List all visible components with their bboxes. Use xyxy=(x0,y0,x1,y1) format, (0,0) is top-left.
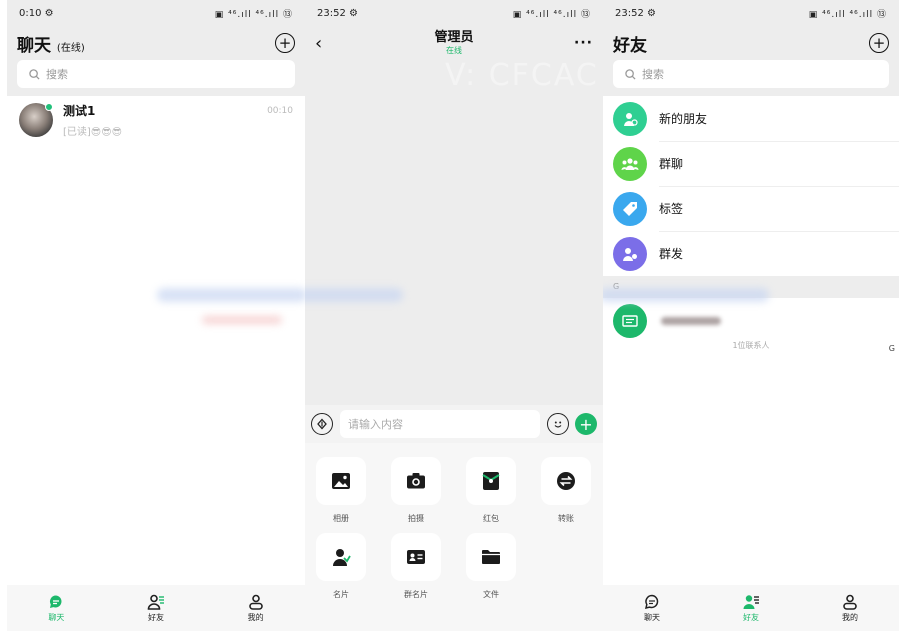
search-icon xyxy=(29,68,40,80)
profile-icon xyxy=(248,594,263,610)
photo-icon xyxy=(332,473,350,489)
tab-bar: 聊天 好友 我的 xyxy=(603,585,899,631)
add-friend-button[interactable]: + xyxy=(869,33,889,53)
friends-icon xyxy=(743,594,759,609)
avatar xyxy=(613,303,647,338)
status-icons: ▣ ⁴⁶.ıll ⁴⁶.ıll ⑬ xyxy=(512,9,591,20)
chat-time: 00:10 xyxy=(267,106,293,116)
tool-file[interactable]: 文件 xyxy=(466,533,516,600)
message-input-bar: 请输入内容 + xyxy=(305,405,603,443)
tab-me[interactable]: 我的 xyxy=(248,594,264,623)
message-input[interactable]: 请输入内容 xyxy=(340,410,540,438)
tags-item[interactable]: 标签 xyxy=(603,186,899,231)
emoji-icon[interactable] xyxy=(547,413,569,435)
status-time: 23:52 ⚙ xyxy=(615,7,656,19)
transfer-icon xyxy=(557,472,575,490)
group-card-icon xyxy=(407,550,425,564)
chat-preview: [已读]😎😎😎 xyxy=(63,127,123,138)
tool-contact-card[interactable]: 名片 xyxy=(316,533,366,600)
conversation-screen: 23:52 ⚙ ▣ ⁴⁶.ıll ⁴⁶.ıll ⑬ 管理员 在线 ‹ ··· V… xyxy=(305,0,603,631)
chats-screen: 0:10 ⚙ ▣ ⁴⁶.ıll ⁴⁶.ıll ⑬ 聊天 (在线) + 搜索 测试… xyxy=(7,0,305,631)
online-dot xyxy=(45,103,53,111)
blurred-overlay xyxy=(305,288,403,302)
back-icon[interactable]: ‹ xyxy=(315,33,322,54)
folder-icon xyxy=(482,550,500,564)
search-placeholder: 搜索 xyxy=(46,68,68,81)
blurred-overlay xyxy=(603,288,769,302)
chat-bubble-icon xyxy=(644,594,659,609)
chat-bubble-icon xyxy=(50,595,62,608)
tab-friends[interactable]: 好友 xyxy=(742,594,760,623)
more-actions-button[interactable]: + xyxy=(575,413,597,435)
watermark: V: CFCAC xyxy=(445,58,599,93)
item-label: 标签 xyxy=(659,202,684,216)
avatar xyxy=(19,103,53,137)
tab-me[interactable]: 我的 xyxy=(842,594,858,623)
search-input[interactable]: 搜索 xyxy=(613,60,889,88)
add-button[interactable]: + xyxy=(275,33,295,53)
tag-icon xyxy=(613,191,647,226)
friends-screen: 23:52 ⚙ ▣ ⁴⁶.ıll ⁴⁶.ıll ⑬ 好友 + 搜索 新的朋友 群… xyxy=(603,0,899,631)
search-placeholder: 搜索 xyxy=(642,68,664,81)
friends-icon xyxy=(147,594,164,610)
new-friend-icon xyxy=(613,101,647,136)
tool-transfer[interactable]: 转账 xyxy=(541,457,591,524)
tool-album[interactable]: 相册 xyxy=(316,457,366,524)
status-icons: ▣ ⁴⁶.ıll ⁴⁶.ıll ⑬ xyxy=(808,9,887,20)
contact-card-icon xyxy=(333,549,351,566)
online-status: (在线) xyxy=(56,42,85,54)
search-input[interactable]: 搜索 xyxy=(17,60,295,88)
tab-chats[interactable]: 聊天 xyxy=(644,594,660,623)
status-bar: 23:52 ⚙ ▣ ⁴⁶.ıll ⁴⁶.ıll ⑬ xyxy=(603,0,899,26)
profile-icon xyxy=(843,594,857,610)
chats-header: 聊天 (在线) + xyxy=(7,26,305,60)
friends-header: 好友 + xyxy=(603,26,899,60)
red-packet-icon xyxy=(482,472,500,490)
conversation-header: 管理员 在线 ‹ ··· xyxy=(305,26,603,60)
status-icons: ▣ ⁴⁶.ıll ⁴⁶.ıll ⑬ xyxy=(214,9,293,20)
group-chat-icon xyxy=(613,146,647,181)
chat-list-area xyxy=(7,142,305,585)
status-bar: 0:10 ⚙ ▣ ⁴⁶.ıll ⁴⁶.ıll ⑬ xyxy=(7,0,305,26)
blurred-overlay xyxy=(157,288,305,302)
contact-count: 1位联系人 xyxy=(732,341,770,350)
item-label: 群发 xyxy=(659,247,684,261)
voice-icon[interactable] xyxy=(311,413,333,435)
item-label: 群聊 xyxy=(659,157,684,171)
tab-bar: 聊天 好友 我的 xyxy=(7,585,305,631)
status-bar: 23:52 ⚙ ▣ ⁴⁶.ıll ⁴⁶.ıll ⑬ xyxy=(305,0,603,26)
friend-functions-list: 新的朋友 群聊 标签 群发 xyxy=(603,96,899,276)
new-friends-item[interactable]: 新的朋友 xyxy=(603,96,899,141)
tab-friends[interactable]: 好友 xyxy=(147,594,165,623)
status-time: 0:10 ⚙ xyxy=(19,7,54,19)
more-options-icon[interactable]: ··· xyxy=(574,35,593,51)
contact-item[interactable] xyxy=(603,298,899,343)
conversation-title-block: 管理员 在线 xyxy=(305,26,603,56)
chat-name: 测试1 xyxy=(63,104,96,118)
tool-camera[interactable]: 拍摄 xyxy=(391,457,441,524)
tab-chats[interactable]: 聊天 xyxy=(48,594,64,623)
conversation-title: 管理员 xyxy=(434,30,474,45)
item-label: 新的朋友 xyxy=(659,112,708,126)
attachment-tray: 相册 拍摄 红包 转账 名片 群名片 文件 xyxy=(305,443,603,631)
blurred-contact-name xyxy=(661,316,721,325)
status-time: 23:52 ⚙ xyxy=(317,7,358,19)
camera-icon xyxy=(407,473,425,489)
blurred-overlay-2 xyxy=(202,316,282,324)
group-chats-item[interactable]: 群聊 xyxy=(603,141,899,186)
search-icon xyxy=(625,68,636,80)
broadcast-item[interactable]: 群发 xyxy=(603,231,899,276)
online-status: 在线 xyxy=(446,46,462,55)
page-title: 好友 xyxy=(613,35,647,56)
page-title: 聊天 (在线) xyxy=(17,35,85,56)
index-letter-g[interactable]: G xyxy=(889,344,895,353)
chat-list-item[interactable]: 测试1 [已读]😎😎😎 00:10 xyxy=(7,96,305,144)
broadcast-icon xyxy=(613,236,647,271)
tool-group-card[interactable]: 群名片 xyxy=(391,533,441,600)
tool-red-packet[interactable]: 红包 xyxy=(466,457,516,524)
